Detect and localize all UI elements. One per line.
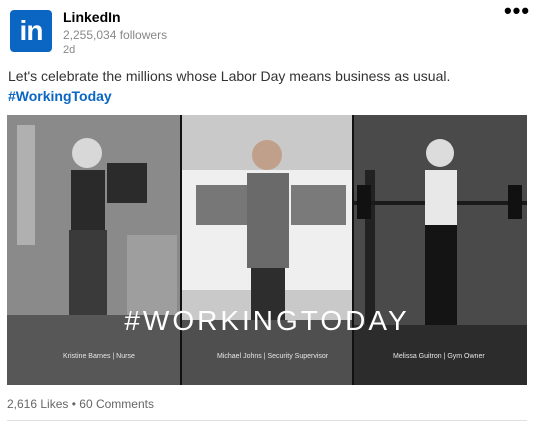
follower-count: 2,255,034 followers (63, 28, 168, 42)
comments-count[interactable]: 60 Comments (79, 397, 154, 411)
stats-separator: • (71, 397, 76, 411)
likes-count[interactable]: 2,616 Likes (7, 397, 68, 411)
footer-divider (7, 420, 527, 421)
company-logo[interactable]: in (10, 10, 52, 52)
gym-silhouette (353, 115, 527, 385)
nurse-silhouette (7, 115, 181, 385)
social-counts: 2,616 Likes • 60 Comments (7, 397, 154, 411)
more-options-icon[interactable]: ••• (503, 0, 531, 24)
linkedin-logo-text: in (19, 15, 44, 46)
photo-panel-gym (353, 115, 527, 385)
image-headline: #WORKINGTODAY (124, 305, 410, 336)
hashtag-link[interactable]: #WorkingToday (8, 88, 112, 104)
post-text: Let's celebrate the millions whose Labor… (8, 68, 451, 84)
author-name[interactable]: LinkedIn (63, 9, 121, 25)
post-card: in LinkedIn 2,255,034 followers 2d ••• L… (0, 0, 539, 429)
post-time: 2d (63, 44, 76, 56)
caption-security: Michael Johns | Security Supervisor (217, 353, 329, 360)
caption-nurse: Kristine Barnes | Nurse (63, 353, 135, 360)
security-silhouette (181, 115, 353, 385)
photo-panel-nurse (7, 115, 181, 385)
photo-panel-security (181, 115, 353, 385)
image-divider (352, 115, 354, 385)
caption-gym: Melissa Guitron | Gym Owner (393, 353, 485, 360)
post-image[interactable]: #WORKINGTODAY Kristine Barnes | Nurse Mi… (7, 115, 527, 385)
image-divider (180, 115, 182, 385)
